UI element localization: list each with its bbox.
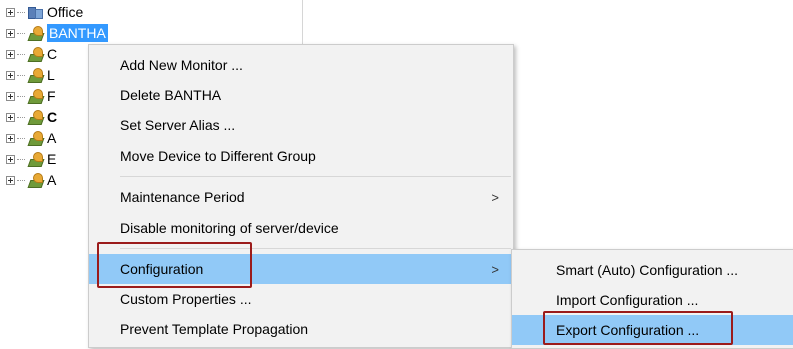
- menu-item-label: Custom Properties ...: [120, 291, 252, 307]
- tree-node-label: C: [47, 45, 57, 63]
- server-device-icon: [27, 88, 43, 104]
- chevron-right-icon: >: [491, 190, 499, 205]
- menu-item-move-device[interactable]: Move Device to Different Group: [89, 141, 513, 171]
- menu-item-set-server-alias[interactable]: Set Server Alias ...: [89, 110, 513, 140]
- tree-connector: [17, 75, 25, 76]
- context-menu: Add New Monitor ... Delete BANTHA Set Se…: [88, 44, 514, 348]
- menu-item-custom-properties[interactable]: Custom Properties ...: [89, 284, 513, 314]
- configuration-submenu: Smart (Auto) Configuration ... Import Co…: [511, 249, 793, 349]
- menu-item-label: Import Configuration ...: [556, 292, 698, 308]
- menu-item-prevent-template-propagation[interactable]: Prevent Template Propagation: [89, 314, 513, 344]
- menu-item-label: Smart (Auto) Configuration ...: [556, 262, 738, 278]
- menu-item-label: Set Server Alias ...: [120, 117, 235, 133]
- tree-node-bantha[interactable]: BANTHA: [6, 23, 108, 43]
- server-device-icon: [27, 151, 43, 167]
- tree-connector: [17, 138, 25, 139]
- menu-item-import-configuration[interactable]: Import Configuration ...: [512, 285, 793, 315]
- menu-item-label: Configuration: [120, 261, 203, 277]
- tree-node[interactable]: C: [6, 44, 57, 64]
- tree-node-label: F: [47, 87, 56, 105]
- menu-separator: [120, 176, 511, 177]
- tree-node-label: A: [47, 171, 56, 189]
- office-group-icon: [27, 4, 43, 20]
- tree-connector: [17, 180, 25, 181]
- tree-node[interactable]: A: [6, 128, 56, 148]
- menu-item-maintenance-period[interactable]: Maintenance Period >: [89, 182, 513, 212]
- tree-node[interactable]: E: [6, 149, 56, 169]
- tree-node-label: E: [47, 150, 56, 168]
- menu-item-label: Delete BANTHA: [120, 87, 221, 103]
- expand-icon[interactable]: [6, 134, 15, 143]
- menu-item-configuration[interactable]: Configuration >: [89, 254, 513, 284]
- expand-icon[interactable]: [6, 29, 15, 38]
- tree-connector: [17, 117, 25, 118]
- menu-item-label: Disable monitoring of server/device: [120, 220, 339, 236]
- server-device-icon: [27, 130, 43, 146]
- menu-separator: [120, 248, 511, 249]
- expand-icon[interactable]: [6, 71, 15, 80]
- tree-node[interactable]: A: [6, 170, 56, 190]
- tree-node-label: A: [47, 129, 56, 147]
- menu-item-label: Move Device to Different Group: [120, 148, 316, 164]
- tree-connector: [17, 96, 25, 97]
- menu-item-add-new-monitor[interactable]: Add New Monitor ...: [89, 50, 513, 80]
- menu-item-delete-device[interactable]: Delete BANTHA: [89, 80, 513, 110]
- tree-node[interactable]: L: [6, 65, 55, 85]
- menu-item-label: Export Configuration ...: [556, 322, 699, 338]
- tree-connector: [17, 33, 25, 34]
- chevron-right-icon: >: [491, 262, 499, 277]
- tree-node-label: Office: [47, 3, 83, 21]
- server-device-icon: [27, 46, 43, 62]
- menu-item-export-configuration[interactable]: Export Configuration ...: [512, 315, 793, 345]
- expand-icon[interactable]: [6, 92, 15, 101]
- tree-node-label: L: [47, 66, 55, 84]
- expand-icon[interactable]: [6, 8, 15, 17]
- tree-connector: [17, 159, 25, 160]
- server-device-icon: [27, 172, 43, 188]
- tree-node[interactable]: F: [6, 86, 56, 106]
- server-device-icon: [27, 25, 43, 41]
- expand-icon[interactable]: [6, 50, 15, 59]
- server-device-icon: [27, 67, 43, 83]
- tree-connector: [17, 54, 25, 55]
- tree-node[interactable]: C: [6, 107, 57, 127]
- tree-node-label: C: [47, 108, 57, 126]
- server-device-icon: [27, 109, 43, 125]
- menu-item-label: Prevent Template Propagation: [120, 321, 308, 337]
- menu-item-smart-configuration[interactable]: Smart (Auto) Configuration ...: [512, 255, 793, 285]
- tree-node-label: BANTHA: [47, 24, 108, 42]
- menu-item-disable-monitoring[interactable]: Disable monitoring of server/device: [89, 213, 513, 243]
- menu-item-label: Add New Monitor ...: [120, 57, 243, 73]
- expand-icon[interactable]: [6, 176, 15, 185]
- expand-icon[interactable]: [6, 113, 15, 122]
- tree-node-office[interactable]: Office: [6, 2, 83, 22]
- menu-item-label: Maintenance Period: [120, 189, 245, 205]
- tree-connector: [17, 12, 25, 13]
- expand-icon[interactable]: [6, 155, 15, 164]
